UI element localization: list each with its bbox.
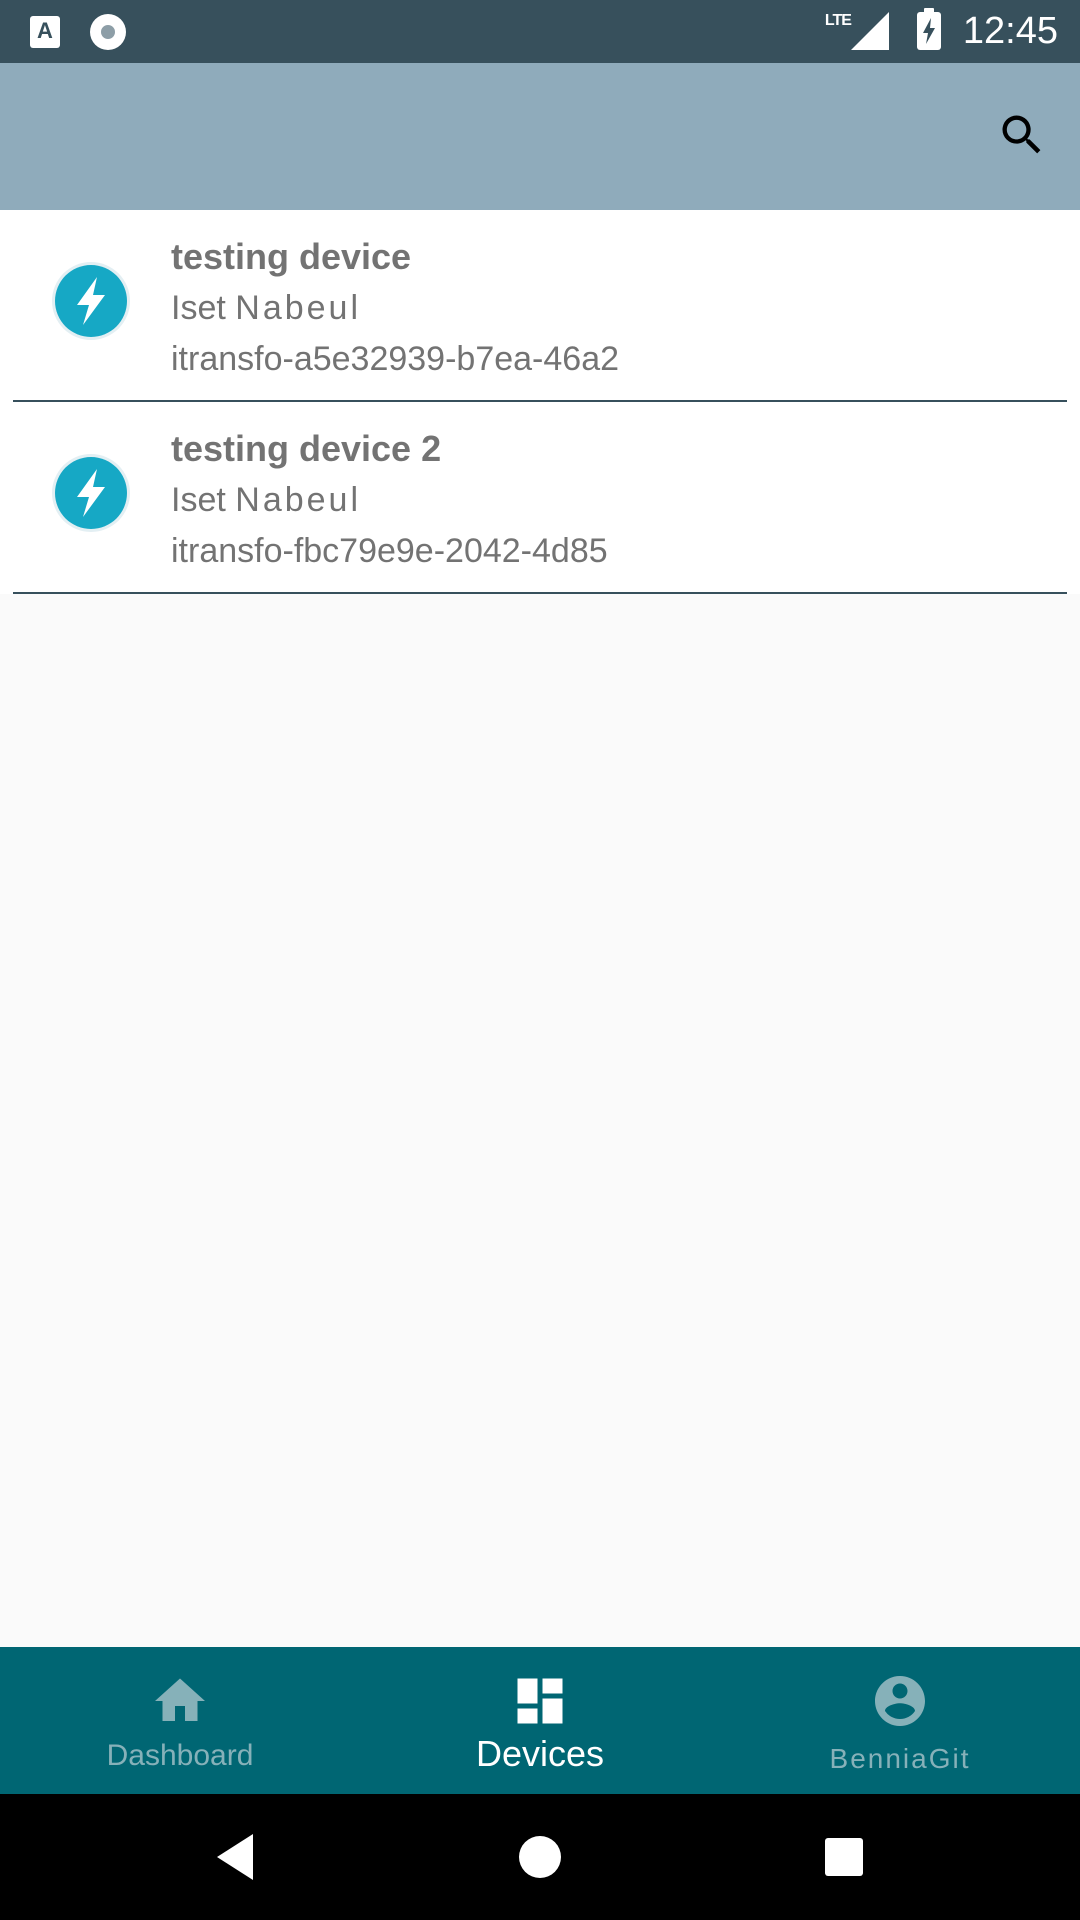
dashboard-grid-icon — [517, 1678, 563, 1724]
bolt-icon — [55, 265, 127, 337]
home-icon — [155, 1678, 205, 1721]
device-list: testing device Iset Nabeul itransfo-a5e3… — [0, 210, 1080, 594]
system-back-button[interactable] — [195, 1794, 275, 1920]
device-location-part1: Iset — [171, 289, 226, 327]
device-identifier: itransfo-a5e32939-b7ea-46a2 — [171, 340, 620, 378]
device-location-part2: Nabeul — [235, 289, 362, 327]
signal-icon — [850, 12, 889, 50]
nav-devices-label: Devices — [475, 1733, 605, 1774]
divider — [13, 592, 1067, 594]
device-name: testing device — [171, 236, 412, 277]
recents-square-icon — [825, 1838, 863, 1876]
search-button[interactable] — [992, 105, 1052, 165]
system-home-button[interactable] — [500, 1794, 580, 1920]
nav-profile[interactable]: BenniaGit — [720, 1647, 1080, 1794]
device-location-part1: Iset — [171, 481, 226, 519]
nav-profile-label: BenniaGit — [829, 1743, 971, 1774]
home-circle-icon — [519, 1836, 561, 1878]
bolt-icon — [55, 457, 127, 529]
nav-devices[interactable]: Devices — [360, 1647, 720, 1794]
accessibility-a-icon: A — [30, 16, 60, 48]
device-identifier: itransfo-fbc79e9e-2042-4d85 — [171, 532, 608, 570]
device-location: Iset Nabeul — [171, 282, 619, 334]
status-indicators: LTE 12:45 — [825, 8, 1058, 54]
device-list-item[interactable]: testing device 2 Iset Nabeul itransfo-fb… — [0, 402, 1080, 594]
account-circle-icon — [875, 1676, 925, 1726]
system-navigation-bar — [0, 1794, 1080, 1920]
search-icon — [1002, 115, 1041, 154]
back-icon — [217, 1834, 253, 1880]
device-location-part2: Nabeul — [235, 481, 362, 519]
device-list-item[interactable]: testing device Iset Nabeul itransfo-a5e3… — [0, 210, 1080, 402]
network-type: LTE — [824, 12, 852, 29]
nav-dashboard-label: Dashboard — [106, 1739, 254, 1772]
bottom-navigation: Dashboard Devices BenniaGit — [0, 1647, 1080, 1794]
app-bar — [0, 63, 1080, 210]
battery-charging-icon — [916, 8, 941, 50]
system-recents-button[interactable] — [804, 1794, 884, 1920]
status-bar: A LTE 12:45 — [0, 0, 1080, 63]
device-location: Iset Nabeul — [171, 474, 608, 526]
record-circle-icon — [90, 14, 126, 50]
device-name: testing device 2 — [171, 428, 442, 469]
nav-dashboard[interactable]: Dashboard — [0, 1647, 360, 1794]
notification-icons: A — [30, 14, 126, 50]
clock: 12:45 — [962, 9, 1058, 52]
